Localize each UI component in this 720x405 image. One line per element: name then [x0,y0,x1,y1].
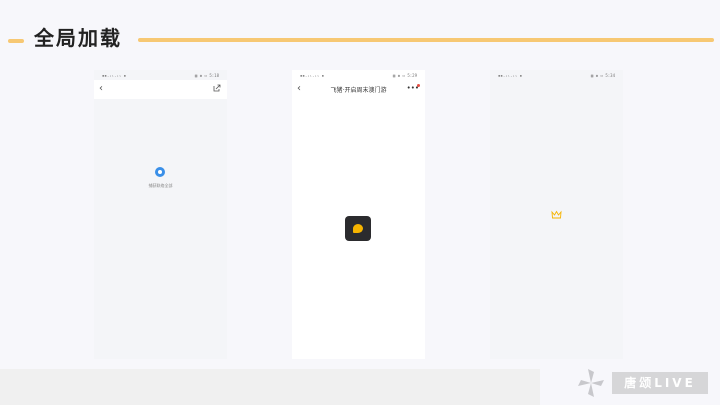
status-time: ▣ ✱ ▭ 5:34 [590,73,615,78]
back-icon[interactable]: ‹ [99,83,103,95]
loading-spinner-icon [155,167,165,177]
phone-screenshot-1: ▪▪.ᵢₗ.ᵢₗ ▪ ▣ ✱ ▭ 5:18 ‹ 捕获联络全部 [94,70,227,359]
status-bar: ▪▪.ᵢₗ.ᵢₗ ▪ ▣ ✱ ▭ 5:29 [292,70,425,80]
status-time: ▣ ✱ ▭ 5:29 [392,73,417,78]
signal-indicators: ▪▪.ᵢₗ.ᵢₗ ▪ [102,73,127,78]
status-time: ▣ ✱ ▭ 5:18 [194,73,219,78]
nav-title: 飞猪·开启周末澳门游 [330,87,387,94]
footer-band [0,369,540,405]
status-bar: ▪▪.ᵢₗ.ᵢₗ ▪ ▣ ✱ ▭ 5:18 [94,70,227,80]
brand-name: 唐颂LIVE [612,372,708,394]
page-title: 全局加载 [34,26,122,50]
section-header: 全局加载 [0,24,720,54]
phone-screenshot-3: ▪▪.ᵢₗ.ᵢₗ ▪ ▣ ✱ ▭ 5:34 [490,70,623,359]
nav-bar: ‹ 飞猪·开启周末澳门游 ••• [292,80,425,99]
title-accent-left [8,39,24,43]
nav-bar: ‹ [94,80,227,99]
crown-loading-icon [551,210,562,219]
share-icon[interactable] [213,84,221,92]
notification-dot-icon [417,84,420,87]
status-bar: ▪▪.ᵢₗ.ᵢₗ ▪ ▣ ✱ ▭ 5:34 [490,70,623,80]
loading-text: 捕获联络全部 [148,183,173,188]
fliggy-logo-icon [353,224,363,233]
phone-screenshot-2: ▪▪.ᵢₗ.ᵢₗ ▪ ▣ ✱ ▭ 5:29 ‹ 飞猪·开启周末澳门游 ••• [292,70,425,359]
app-logo-loading-icon [345,216,371,241]
brand-logo: 唐颂LIVE [576,366,716,400]
signal-indicators: ▪▪.ᵢₗ.ᵢₗ ▪ [498,73,523,78]
pinwheel-logo-icon [578,369,604,397]
title-accent-right [138,38,714,42]
signal-indicators: ▪▪.ᵢₗ.ᵢₗ ▪ [300,73,325,78]
